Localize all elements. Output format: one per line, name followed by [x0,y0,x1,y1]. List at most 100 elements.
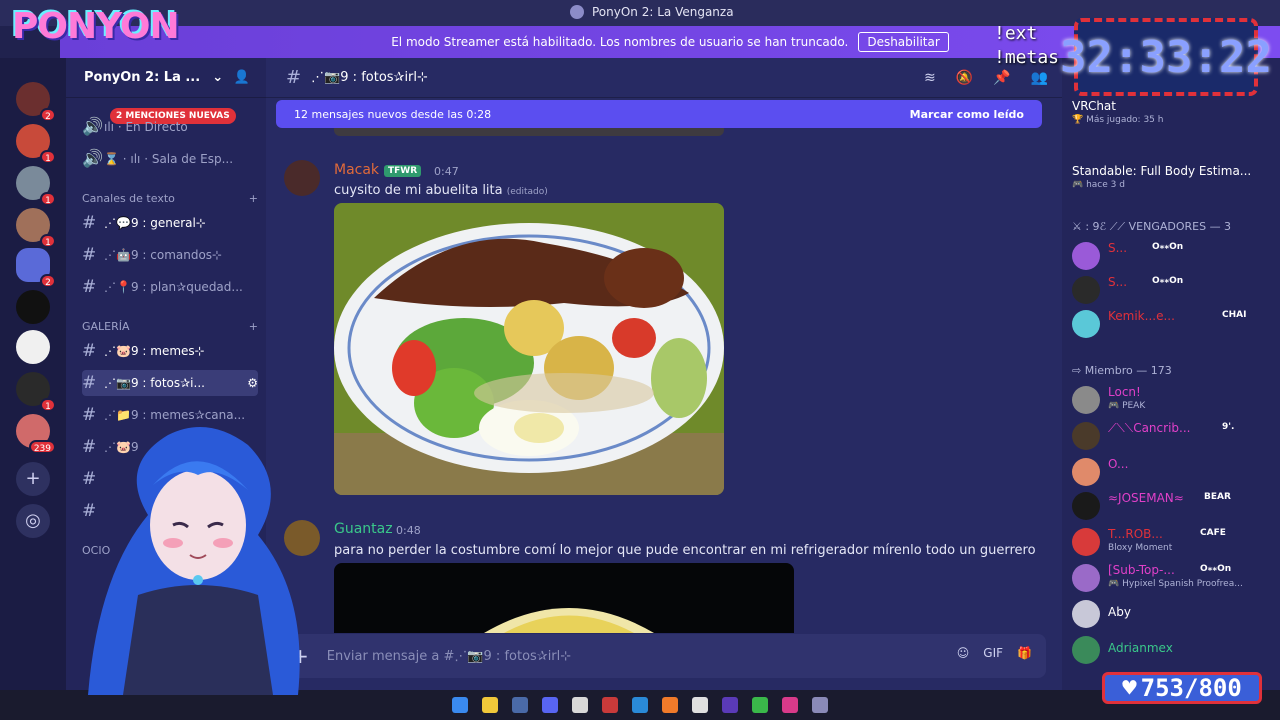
avatar [1072,242,1100,270]
server-list: 2 1 1 1 2 1 239 + ◎ [0,58,66,690]
member-item[interactable]: S... O⁎⁎On [1072,274,1278,306]
emoji-icon[interactable]: ☺ [957,646,970,660]
firefox-icon[interactable] [662,697,678,713]
channel-header: # ⋰📷9 : fotos✰irl⊹ ≋ 🔕 📌 👥 [266,58,1062,98]
window-title: PonyOn 2: La Venganza [570,5,734,19]
avatar [1072,386,1100,414]
invite-icon[interactable]: 👤 [234,70,250,85]
steam-icon[interactable] [512,697,528,713]
member-item[interactable]: O... [1072,456,1278,488]
activity-item[interactable]: Standable: Full Body Estima... 🎮 hace 3 … [1072,150,1278,190]
app-icon[interactable] [722,697,738,713]
app-icon[interactable] [692,697,708,713]
server-icon[interactable] [16,290,50,324]
role-header-vengadores: ⚔ : 9ℰ ⟋⟋ VENGADORES — 3 [1072,220,1232,233]
avatar[interactable] [284,160,320,196]
category-text-channels[interactable]: Canales de texto + [82,192,258,205]
hash-icon: # [82,373,97,393]
notifications-icon[interactable]: 🔕 [956,70,973,86]
voice-channel[interactable]: 🔊 ⌛ · ılı · Sala de Esp... [82,146,258,172]
member-list: VRChat 🏆 Más jugado: 35 h Standable: Ful… [1062,58,1280,690]
app-icon[interactable] [752,697,768,713]
gear-icon[interactable]: ⚙ [247,376,258,390]
channel-memes[interactable]: # ⋰🐷9 : memes⊹ [82,338,258,364]
app-icon[interactable] [812,697,828,713]
members-icon[interactable]: 👥 [1031,70,1048,86]
edge-icon[interactable] [632,697,648,713]
food-photo[interactable] [334,203,724,495]
app-icon[interactable] [782,697,798,713]
explore-icon[interactable]: ◎ [16,504,50,538]
gif-icon[interactable]: GIF [983,646,1003,660]
message-input[interactable]: Enviar mensaje a #⋰📷9 : fotos✰irl⊹ [327,649,571,664]
server-icon[interactable] [16,330,50,364]
app-icon[interactable] [602,697,618,713]
avatar [1072,310,1100,338]
member-item[interactable]: Aby [1072,598,1278,630]
server-icon[interactable]: 1 [16,124,56,164]
previous-image[interactable] [334,128,724,136]
user-tag: TFWR [384,165,422,177]
add-channel-icon[interactable]: + [249,192,258,205]
openai-icon[interactable] [572,697,588,713]
add-channel-icon[interactable]: + [249,320,258,333]
discord-icon[interactable] [542,697,558,713]
new-messages-text: 12 mensajes nuevos desde las 0:28 [294,107,492,121]
server-icon-active[interactable]: 2 [16,248,56,288]
channel-fotos-irl[interactable]: # ⋰📷9 : fotos✰i... ⚙ [82,370,258,396]
food-photo[interactable] [334,563,794,633]
member-item[interactable]: [Sub-Top-... 🎮 Hypixel Spanish Proofrea..… [1072,562,1278,594]
goal-counter: ♥ 753/800 [1102,672,1262,704]
brand-logo: PONYON [12,6,180,47]
file-explorer-icon[interactable] [482,697,498,713]
member-item[interactable]: Kemik...e... CHAI [1072,308,1278,340]
channel-comandos[interactable]: # ⋰🤖9 : comandos⊹ [82,242,258,268]
member-item[interactable]: ⟋⟍⟍Cancrib... 9'. [1072,420,1278,452]
threads-icon[interactable]: ≋ [924,70,936,86]
server-icon[interactable]: 1 [16,166,56,206]
avatar [1072,492,1100,520]
stream-timer: 32:33:22 [1060,18,1272,96]
message-text: para no perder la costumbre comí lo mejo… [334,543,1036,558]
username[interactable]: Guantaz [334,521,393,537]
hash-icon: # [286,67,302,88]
channel-general[interactable]: # ⋰💬9 : general⊹ [82,210,258,236]
add-server-icon[interactable]: + [16,462,50,496]
role-header-miembro: ⇨ Miembro — 173 [1072,364,1172,377]
message-composer[interactable]: + Enviar mensaje a #⋰📷9 : fotos✰irl⊹ ☺ G… [276,634,1046,678]
server-icon[interactable]: 1 [16,372,56,412]
heart-icon: ♥ [1122,674,1137,702]
member-item[interactable]: T...ROB... Bloxy Moment CAFE [1072,526,1278,558]
hash-icon: # [82,341,97,361]
start-icon[interactable] [452,697,468,713]
disable-streamer-button[interactable]: Deshabilitar [858,32,949,52]
member-item[interactable]: ≈JOSEMAN≈ BEAR [1072,490,1278,522]
member-item[interactable]: Locn! 🎮 PEAK [1072,384,1278,416]
header-toolbar: ≋ 🔕 📌 👥 [924,70,1048,86]
server-icon[interactable]: 2 [16,82,56,122]
message-text: cuysito de mi abuelita lita (editado) [334,183,548,198]
server-name: PonyOn 2: La ... [84,70,201,85]
new-messages-bar[interactable]: 12 mensajes nuevos desde las 0:28 Marcar… [276,100,1042,128]
username[interactable]: Macak [334,162,379,178]
pin-icon[interactable]: 📌 [993,70,1010,86]
member-item[interactable]: S... O⁎⁎On [1072,240,1278,272]
hash-icon: # [82,277,97,297]
member-item[interactable]: Adrianmex [1072,634,1278,666]
server-header[interactable]: PonyOn 2: La ... ⌄ 👤 [66,58,266,98]
category-gallery[interactable]: GALERÍA + [82,320,258,333]
server-icon[interactable]: 239 [16,414,56,454]
avatar [1072,564,1100,592]
edited-label: (editado) [506,187,548,197]
mark-as-read-button[interactable]: Marcar como leído [910,108,1024,121]
chevron-down-icon: ⌄ [212,70,224,85]
activity-item[interactable]: VRChat 🏆 Más jugado: 35 h [1072,98,1278,130]
overlay-commands: !ext !metas [994,23,1060,68]
avatar [1072,276,1100,304]
channel-plan-quedadas[interactable]: # ⋰📍9 : plan✰quedad... [82,274,258,300]
speaker-icon: 🔊 [82,149,104,169]
server-icon[interactable]: 1 [16,208,56,248]
avatar [1072,458,1100,486]
voice-channel[interactable]: 🔊 ılı · En Directo [82,114,258,140]
gift-icon[interactable]: 🎁 [1017,646,1032,660]
